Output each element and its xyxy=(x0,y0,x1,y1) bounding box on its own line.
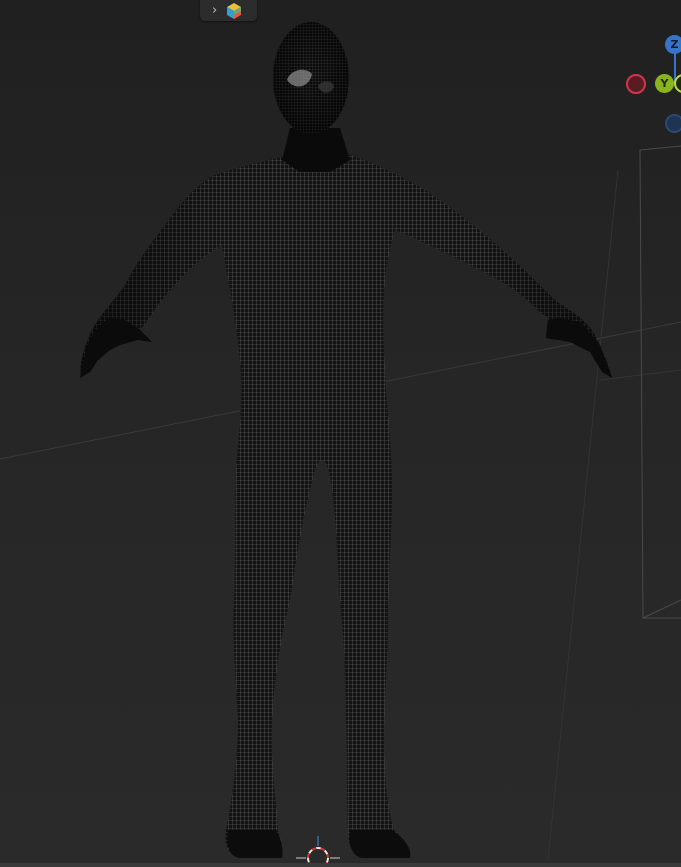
character-mesh[interactable] xyxy=(80,22,612,858)
viewport-scene[interactable] xyxy=(0,0,681,867)
gizmo-y-label: Y xyxy=(660,77,669,90)
gizmo-z-axis[interactable]: Z xyxy=(665,35,681,54)
gizmo-z-label: Z xyxy=(670,38,679,51)
gizmo-neg-z-axis[interactable] xyxy=(665,114,681,133)
viewport-header-toggle[interactable]: › xyxy=(200,0,257,21)
mesh-neck xyxy=(282,128,350,172)
mesh-right-foot xyxy=(349,830,411,858)
chevron-right-icon[interactable]: › xyxy=(212,4,217,17)
cube-icon[interactable] xyxy=(225,2,243,20)
gizmo-y-axis[interactable]: Y xyxy=(655,74,674,93)
viewport-bottom-edge xyxy=(0,863,681,867)
3d-viewport[interactable]: › Z Y xyxy=(0,0,681,867)
scene-object-outline xyxy=(639,145,681,619)
mesh-left-foot xyxy=(227,830,283,858)
gizmo-neg-x-axis[interactable] xyxy=(626,74,646,94)
